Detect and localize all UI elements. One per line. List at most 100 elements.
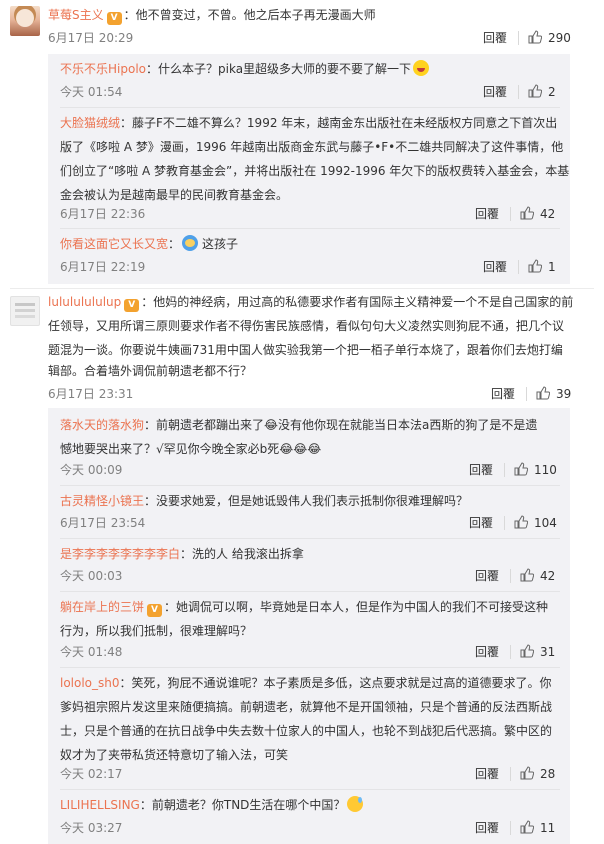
reply-button[interactable]: 回覆	[475, 766, 499, 782]
comment-text: ：他不曾变过，不曾。他之后本子再无漫画大师	[123, 8, 376, 22]
separator	[510, 645, 511, 659]
username-link[interactable]: LILIHELLSING	[60, 798, 140, 812]
username-link[interactable]: 落水天的落水狗	[60, 418, 144, 432]
separator	[526, 387, 527, 401]
reply-time: 今天 01:48	[60, 645, 123, 659]
comment-time: 6月17日 20:29	[48, 31, 134, 45]
reply-time: 今天 02:17	[60, 767, 123, 781]
reply-text-line: 躺在岸上的三饼 V ：她调侃可以啊，毕竟她是日本人，但是作为中国人的我们不可接受这种	[60, 596, 548, 618]
reply-text: 憾地要哭出来了？√罕见你今晚全家必b死😂😂😂	[60, 442, 322, 456]
avatar[interactable]	[10, 6, 40, 36]
thumbs-up-icon	[528, 30, 542, 44]
like-count: 39	[556, 387, 572, 401]
username-link[interactable]: lololo_sh0	[60, 676, 120, 690]
like-count: 1	[548, 260, 556, 274]
reply-text: ：	[168, 237, 181, 251]
reply-time: 今天 03:27	[60, 821, 123, 835]
reply-text-line: 你看这面它又长又宽： 这孩子	[60, 233, 238, 255]
reply-text: ：洗的人 给我滚出拆拿	[180, 547, 304, 561]
reply-button[interactable]: 回覆	[483, 30, 507, 46]
like-count: 42	[540, 207, 556, 221]
avatar[interactable]	[10, 296, 40, 326]
reply-text: ：什么本子？pika里超级多大师的要不要了解一下	[146, 62, 412, 76]
username-link[interactable]: 大脸猫绒绒	[60, 116, 120, 130]
like-button[interactable]: 42	[520, 568, 555, 584]
separator	[510, 207, 511, 221]
reply-button[interactable]: 回覆	[469, 515, 493, 531]
separator	[504, 463, 505, 477]
reply-button[interactable]: 回覆	[483, 259, 507, 275]
reply-button[interactable]: 回覆	[483, 84, 507, 100]
separator	[510, 767, 511, 781]
reply-button[interactable]: 回覆	[475, 820, 499, 836]
comment-text-line: lulululululup V ：他妈的神经病，用过高的私德要求作者有国际主义精神爱…	[48, 291, 573, 313]
username-link[interactable]: 草莓S主义	[48, 8, 104, 22]
reply-text: 行为，所以我们抵制，很难理解吗？	[60, 624, 253, 638]
reply-button[interactable]: 回覆	[475, 644, 499, 660]
reply-text: 们创立了“哆啦 A 梦教育基金会”，并将出版社在 1992-1996 年欠下的版…	[60, 164, 570, 178]
reply-text-line: 大脸猫绒绒：藤子F不二雄不算么？1992 年末，越南金东出版社在未经版权方同意之…	[60, 112, 557, 134]
comment-text: 任领导，又用所谓三原则要求作者不得伤害民族感情，看似句句大义凌然实则狗屁不通，把…	[48, 319, 565, 333]
reply-text-line: lololo_sh0：笑死，狗屁不通说谁呢？本子素质是多低，这点要求就是过高的道…	[60, 672, 552, 694]
username-link[interactable]: 你看这面它又长又宽	[60, 237, 168, 251]
divider	[60, 538, 560, 539]
reply-text: 奴才为了夹带私货还特意切了输入法，可笑	[60, 748, 289, 762]
separator	[518, 31, 519, 45]
thumbs-up-icon	[528, 84, 542, 98]
reply-time: 6月17日 22:19	[60, 260, 146, 274]
username-link[interactable]: lulululululup	[48, 295, 121, 309]
like-button[interactable]: 2	[528, 84, 556, 100]
like-count: 28	[540, 767, 556, 781]
reply-text: 金会被认为是越南最早的民间教育基金会。	[60, 188, 289, 202]
like-button[interactable]: 42	[520, 206, 555, 222]
separator	[510, 569, 511, 583]
separator	[518, 85, 519, 99]
like-count: 104	[534, 516, 557, 530]
like-button[interactable]: 104	[514, 515, 557, 531]
like-button[interactable]: 31	[520, 644, 555, 660]
reply-time: 6月17日 22:36	[60, 207, 146, 221]
like-button[interactable]: 290	[528, 30, 571, 46]
vip-badge-icon: V	[147, 604, 163, 617]
username-link[interactable]: 不乐不乐Hipolo	[60, 62, 146, 76]
reply-text: 士，只是个普通的在抗日战争中失去数十位家人的中国人，也轮不到战犯后代恶搞。繁中区…	[60, 724, 553, 738]
like-button[interactable]: 39	[536, 386, 571, 402]
thumbs-up-icon	[520, 766, 534, 780]
username-link[interactable]: 是李李李李李李李李白	[60, 547, 180, 561]
username-link[interactable]: 古灵精怪小镜王	[60, 494, 144, 508]
thumbs-up-icon	[514, 515, 528, 529]
divider	[60, 107, 560, 108]
like-count: 290	[548, 31, 571, 45]
like-button[interactable]: 110	[514, 462, 557, 478]
comment-time: 6月17日 23:31	[48, 387, 134, 401]
reply-text: 版了《哆啦 A 梦》漫画，1996 年越南出版商金东武与藤子•F•不二雄共同解决…	[60, 140, 564, 154]
reply-button[interactable]: 回覆	[475, 568, 499, 584]
reply-text: ：没要求她爱，但是她诋毁伟人我们表示抵制你很难理解吗？	[144, 494, 469, 508]
divider	[60, 591, 560, 592]
reply-button[interactable]: 回覆	[469, 462, 493, 478]
reply-text-line: 落水天的落水狗：前朝遗老都蹦出来了😂没有他你现在就能当日本法a西斯的狗了是不是遗	[60, 414, 537, 436]
reply-text: 这孩子	[202, 237, 239, 251]
comment-text: ：他妈的神经病，用过高的私德要求作者有国际主义精神爱一个不是自己国家的前	[141, 295, 574, 309]
reply-button[interactable]: 回覆	[475, 206, 499, 222]
separator	[510, 821, 511, 835]
thumbs-up-icon	[520, 206, 534, 220]
vip-badge-icon: V	[106, 12, 122, 25]
reply-button[interactable]: 回覆	[491, 386, 515, 402]
username-link[interactable]: 躺在岸上的三饼	[60, 600, 144, 614]
emoji-face-icon	[182, 235, 199, 251]
thumbs-up-icon	[520, 820, 534, 834]
sweat-smile-emoji-icon	[347, 796, 364, 812]
reply-text: ：前朝遗老都蹦出来了😂没有他你现在就能当日本法a西斯的狗了是不是遗	[144, 418, 538, 432]
like-button[interactable]: 28	[520, 766, 555, 782]
divider	[60, 789, 560, 790]
reply-text-line: 是李李李李李李李李白：洗的人 给我滚出拆拿	[60, 543, 304, 565]
reply-text-line: 不乐不乐Hipolo：什么本子？pika里超级多大师的要不要了解一下	[60, 58, 430, 80]
reply-time: 今天 00:03	[60, 569, 123, 583]
thumbs-up-icon	[528, 259, 542, 273]
reply-text: ：前朝遗老？你TND生活在哪个中国？	[139, 798, 346, 812]
thumbs-up-icon	[536, 386, 550, 400]
like-button[interactable]: 1	[528, 259, 556, 275]
like-button[interactable]: 11	[520, 820, 555, 836]
comment-text: 题混为一谈。你要说牛姨画731用中国人做实验我第一个把一栢子单行本烧了，跟着你们…	[48, 343, 563, 357]
